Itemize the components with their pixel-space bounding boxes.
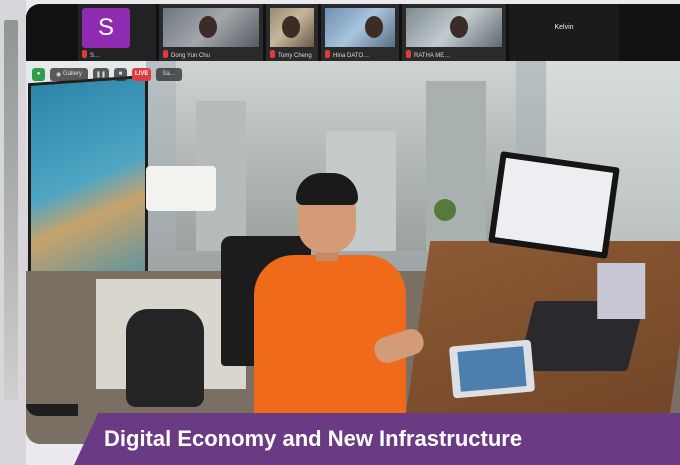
participant-name: Dong Yun Chu <box>171 53 210 59</box>
mic-muted-icon <box>325 50 330 58</box>
mic-muted-icon <box>82 50 87 58</box>
desktop-monitor <box>488 151 620 259</box>
video-frame-corner <box>26 404 78 416</box>
participant-name: Kelvin <box>554 24 574 31</box>
mic-muted-icon <box>270 50 275 58</box>
potted-plant <box>434 199 456 221</box>
participant-name: S… <box>90 53 101 59</box>
main-speaker-video[interactable] <box>26 61 680 444</box>
participant-tile[interactable]: Tomy Cheng <box>266 4 318 61</box>
printer <box>146 166 216 211</box>
participant-name: Hina DATO… <box>333 53 370 59</box>
avatar: S <box>82 8 130 48</box>
left-background-shade <box>4 20 18 400</box>
left-background-strip <box>0 0 26 465</box>
backpack <box>126 309 204 407</box>
view-label: Gallery <box>62 71 82 77</box>
view-toggle-button[interactable]: ◉ Gallery <box>50 67 88 81</box>
pause-icon[interactable]: ❚❚ <box>92 67 109 81</box>
live-badge[interactable]: LIVE <box>131 67 152 81</box>
tablet-device <box>448 339 536 399</box>
participant-tile[interactable]: Hina DATO… <box>321 4 399 61</box>
stop-icon[interactable]: ■ <box>113 67 127 81</box>
participant-name: Tomy Cheng <box>278 53 312 59</box>
laptop <box>517 263 646 371</box>
video-meeting-window: S S… Dong Yun Chu Tomy Cheng Hina DATO… <box>26 4 680 444</box>
participant-tile[interactable]: RATHA ME… <box>402 4 506 61</box>
mic-muted-icon <box>163 50 168 58</box>
participant-tile[interactable]: Dong Yun Chu <box>159 4 263 61</box>
caption-banner: Digital Economy and New Infrastructure <box>74 413 680 465</box>
live-detail-button[interactable]: Sa… <box>156 67 182 81</box>
shield-icon[interactable]: ● <box>32 67 45 81</box>
participant-tile[interactable]: S S… <box>78 4 156 61</box>
mic-muted-icon <box>406 50 411 58</box>
caption-title: Digital Economy and New Infrastructure <box>104 426 523 451</box>
participant-tile[interactable]: Kelvin <box>509 4 619 61</box>
eye-icon: ◉ <box>56 71 63 78</box>
participant-name: RATHA ME… <box>414 53 451 59</box>
participant-strip: S S… Dong Yun Chu Tomy Cheng Hina DATO… <box>26 4 680 61</box>
participant-video <box>325 8 395 47</box>
speaker-person <box>244 173 427 444</box>
meeting-toolbar: ● ◉ Gallery ❚❚ ■ LIVE Sa… <box>32 66 182 82</box>
